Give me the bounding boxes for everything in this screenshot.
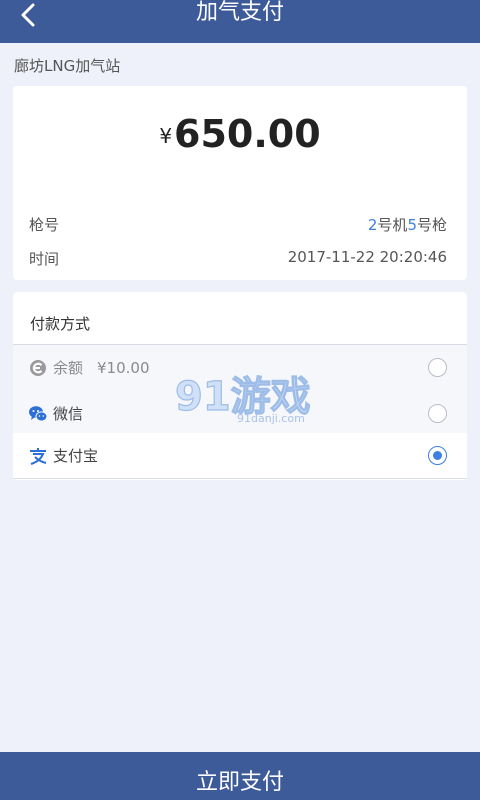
time-label: 时间: [29, 250, 60, 268]
payment-option-wechat[interactable]: 微信: [13, 391, 467, 437]
radio-wechat[interactable]: [428, 404, 447, 423]
top-bar: 加气支付: [0, 0, 480, 43]
payment-card: 付款方式 余额 ¥10.00 微信 支付宝: [13, 292, 467, 480]
payment-option-label: 支付宝: [53, 447, 99, 465]
balance-amount: ¥10.00: [97, 359, 150, 377]
time-value: 2017-11-22 20:20:46: [287, 248, 447, 266]
gun-row: 枪号 2号机5号枪: [29, 214, 447, 235]
gun-text: 号枪: [416, 216, 447, 234]
wechat-icon: [29, 406, 48, 422]
page-title: 加气支付: [195, 0, 284, 25]
currency-symbol: ¥: [159, 124, 173, 148]
pay-now-button[interactable]: 立即支付: [0, 752, 480, 800]
gun-value: 2号机5号枪: [368, 214, 447, 235]
time-row: 时间 2017-11-22 20:20:46: [29, 248, 447, 269]
balance-icon: [30, 360, 46, 376]
gun-label: 枪号: [29, 216, 60, 234]
divider: [13, 478, 467, 479]
radio-balance[interactable]: [428, 358, 447, 377]
payment-option-label: 微信: [53, 405, 84, 423]
amount-display: ¥650.00: [13, 112, 467, 156]
alipay-icon: [30, 448, 47, 465]
payment-option-label: 余额 ¥10.00: [53, 359, 150, 377]
machine-number: 2: [367, 216, 378, 234]
station-name: 廊坊LNG加气站: [14, 57, 121, 75]
radio-alipay[interactable]: [428, 446, 447, 465]
payment-option-alipay[interactable]: 支付宝: [13, 433, 467, 479]
payment-option-balance[interactable]: 余额 ¥10.00: [13, 345, 467, 391]
machine-text: 号机: [377, 216, 408, 234]
payment-title: 付款方式: [30, 315, 91, 333]
amount-value: 650.00: [174, 112, 321, 156]
gun-number: 5: [407, 216, 417, 234]
order-card: ¥650.00 枪号 2号机5号枪 时间 2017-11-22 20:20:46: [13, 86, 467, 280]
